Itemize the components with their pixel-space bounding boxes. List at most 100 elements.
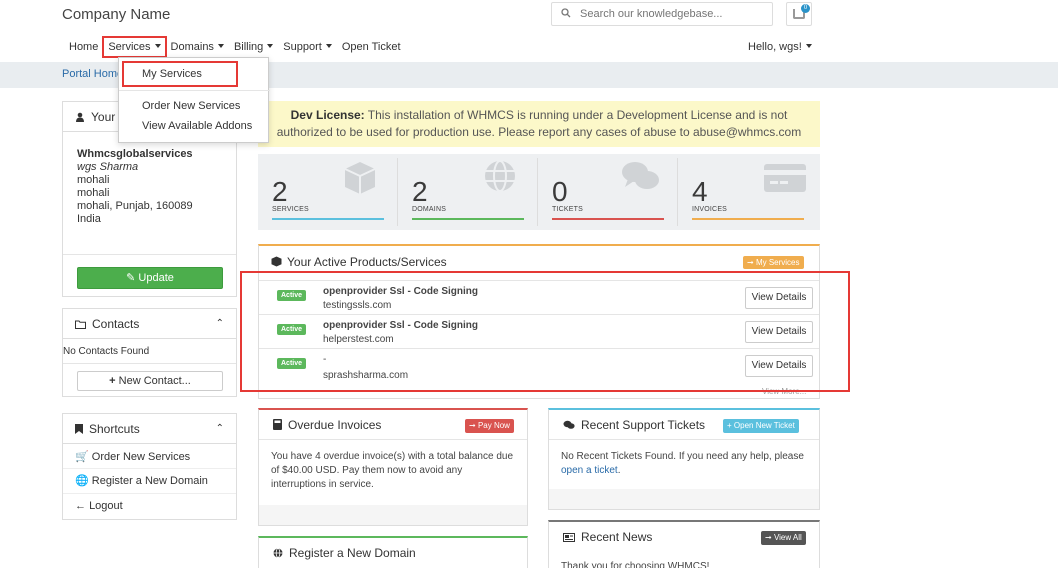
shortcut-order-new-services[interactable]: 🛒 Order New Services — [75, 450, 190, 463]
stat-tile-domains[interactable]: 2 DOMAINS — [398, 154, 538, 230]
tickets-title: Recent Support Tickets — [581, 418, 706, 432]
chevron-down-icon — [805, 44, 812, 48]
alert-line-2: authorized to be used for production use… — [276, 125, 802, 139]
alert-text-1: This installation of WHMCS is running un… — [364, 108, 788, 122]
user-menu[interactable]: Hello, wgs! — [748, 37, 812, 57]
shortcuts-panel: Shortcuts ⌃ 🛒 Order New Services 🌐 Regis… — [62, 413, 237, 520]
news-text: Thank you for choosing WHMCS! — [561, 561, 710, 568]
cart-button[interactable]: 0 — [786, 2, 812, 26]
user-icon — [75, 103, 85, 133]
pay-now-button[interactable]: ➞ Pay Now — [465, 419, 514, 433]
shortcuts-header[interactable]: Shortcuts ⌃ — [63, 414, 236, 444]
new-contact-button[interactable]: + New Contact... — [77, 371, 223, 391]
cart-icon: 🛒 — [75, 451, 89, 463]
globe-icon — [482, 158, 518, 197]
panel-footer — [259, 505, 527, 525]
panel-divider — [63, 468, 236, 469]
chevron-down-icon — [154, 44, 161, 48]
my-services-label: My Services — [755, 258, 800, 267]
shortcut-register-label: Register a New Domain — [91, 475, 208, 487]
pay-now-label: Pay Now — [477, 421, 510, 430]
panel-divider — [63, 493, 236, 494]
calculator-icon — [273, 411, 282, 441]
view-all-button[interactable]: ➞ View All — [761, 531, 806, 545]
folder-icon — [75, 310, 86, 340]
overdue-title: Overdue Invoices — [288, 418, 382, 432]
comments-icon — [620, 160, 660, 197]
menu-item-order-new-services[interactable]: Order New Services — [119, 97, 270, 115]
address-line-3: mohali, Punjab, 160089 — [77, 200, 193, 212]
nav-services[interactable]: Services — [102, 36, 167, 58]
update-button[interactable]: ✎ Update — [77, 267, 223, 289]
stat-tile-services[interactable]: 2 SERVICES — [258, 154, 398, 230]
my-services-button[interactable]: ➞ My Services — [743, 256, 804, 269]
stat-invoices-bar — [692, 218, 804, 220]
overdue-text: You have 4 overdue invoice(s) with a tot… — [271, 451, 514, 490]
brand-logo[interactable]: Company Name — [62, 6, 170, 23]
dev-license-alert: Dev License: This installation of WHMCS … — [258, 101, 820, 147]
nav-services-label: Services — [108, 41, 151, 53]
knowledgebase-search[interactable] — [551, 2, 773, 26]
stat-invoices-value: 4 — [692, 176, 708, 207]
your-info-title: Your — [91, 110, 116, 124]
menu-divider — [119, 90, 270, 91]
stat-domains-value: 2 — [412, 176, 428, 207]
cube-icon — [342, 160, 378, 199]
stats-tiles: 2 SERVICES 2 DOMAINS 0 TICKETS 4 INVOICE… — [258, 154, 820, 230]
chevron-down-icon — [325, 44, 332, 48]
arrow-left-icon: ← — [75, 500, 86, 512]
nav-support[interactable]: Support — [278, 37, 337, 57]
stat-tile-invoices[interactable]: 4 INVOICES — [678, 154, 818, 230]
chevron-up-icon[interactable]: ⌃ — [216, 309, 224, 339]
tickets-message: No Recent Tickets Found. If you need any… — [561, 451, 804, 462]
search-input[interactable] — [580, 8, 760, 20]
open-ticket-link[interactable]: open a ticket — [561, 465, 618, 476]
menu-item-view-available-addons[interactable]: View Available Addons — [119, 117, 270, 135]
breadcrumb-portal-home[interactable]: Portal Home — [62, 68, 123, 80]
pencil-icon: ✎ — [126, 272, 136, 284]
nav-support-label: Support — [283, 41, 322, 53]
cart-count-badge: 0 — [801, 4, 810, 13]
recent-tickets-panel: Recent Support Tickets + Open New Ticket… — [548, 408, 820, 510]
address-line-1: mohali — [77, 174, 110, 186]
stat-tickets-value: 0 — [552, 176, 568, 207]
nav-open-ticket[interactable]: Open Ticket — [337, 37, 406, 57]
nav-billing[interactable]: Billing — [229, 37, 278, 57]
chevron-down-icon — [217, 44, 224, 48]
shortcut-register-domain[interactable]: 🌐 Register a New Domain — [75, 474, 208, 487]
nav-home[interactable]: Home — [64, 37, 103, 57]
menu-item-my-services[interactable]: My Services — [122, 61, 238, 87]
contacts-empty-text: No Contacts Found — [63, 346, 150, 357]
overdue-invoices-panel: Overdue Invoices ➞ Pay Now You have 4 ov… — [258, 408, 528, 526]
shortcut-logout[interactable]: ← Logout — [75, 500, 123, 512]
stat-services-label: SERVICES — [272, 206, 309, 213]
panel-footer — [549, 489, 819, 509]
tickets-text: No Recent Tickets Found. If you need any… — [561, 450, 807, 478]
register-title: Register a New Domain — [289, 546, 416, 560]
stat-invoices-label: INVOICES — [692, 206, 728, 213]
panel-divider — [63, 254, 236, 255]
alert-strong: Dev License: — [290, 108, 365, 122]
update-label: Update — [138, 272, 174, 284]
address-line-2: mohali — [77, 187, 110, 199]
main-nav: Home Services Domains Billing Support Op… — [64, 36, 406, 58]
chevron-up-icon[interactable]: ⌃ — [216, 414, 224, 444]
plus-icon: + — [109, 375, 116, 387]
nav-domains[interactable]: Domains — [166, 37, 229, 57]
stat-tile-tickets[interactable]: 0 TICKETS — [538, 154, 678, 230]
shortcuts-title: Shortcuts — [89, 422, 140, 436]
news-title: Recent News — [581, 530, 653, 544]
nav-billing-label: Billing — [233, 41, 264, 53]
greeting-label: Hello, wgs! — [748, 41, 802, 53]
globe-icon: 🌐 — [75, 475, 89, 487]
stat-domains-bar — [412, 218, 524, 220]
register-domain-panel: Register a New Domain — [258, 536, 528, 568]
nav-domains-label: Domains — [170, 41, 214, 53]
new-contact-label: New Contact... — [118, 375, 191, 387]
open-new-ticket-button[interactable]: + Open New Ticket — [723, 419, 799, 433]
tickets-period: . — [617, 465, 621, 476]
stat-tickets-bar — [552, 218, 664, 220]
contacts-panel: Contacts ⌃ No Contacts Found + New Conta… — [62, 308, 237, 397]
stat-tickets-label: TICKETS — [552, 206, 583, 213]
contacts-header[interactable]: Contacts ⌃ — [63, 309, 236, 339]
